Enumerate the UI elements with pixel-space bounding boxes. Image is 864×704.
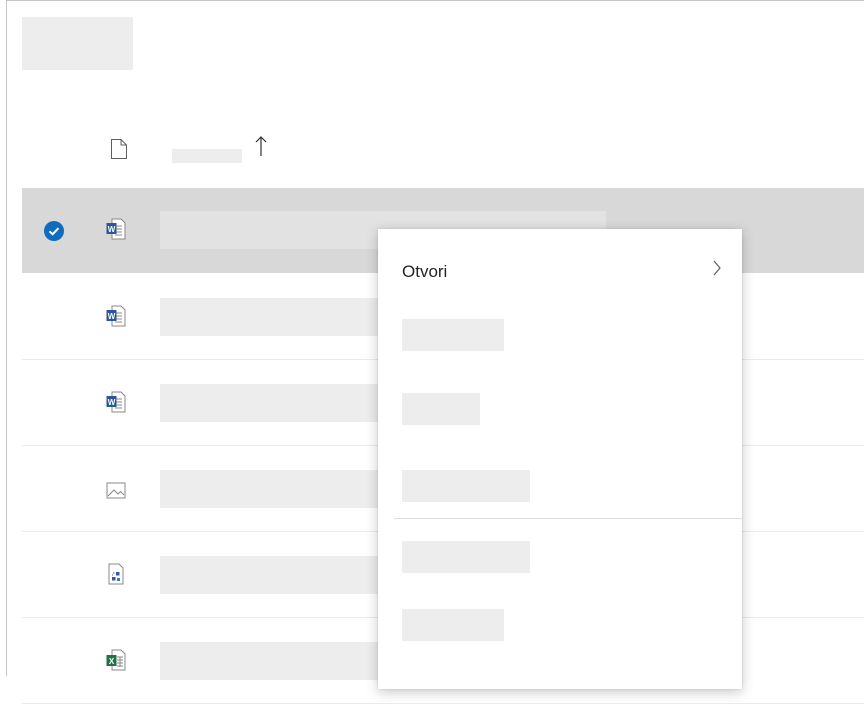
context-menu-item[interactable]: [378, 591, 742, 665]
visio-file-icon: [108, 563, 124, 585]
context-menu-item[interactable]: [378, 523, 742, 597]
menu-item-label: [402, 470, 530, 502]
context-menu-item[interactable]: [378, 452, 742, 526]
document-outline-icon[interactable]: [110, 138, 128, 160]
checkmark-circle-icon[interactable]: [44, 221, 64, 241]
word-file-icon: W: [106, 305, 126, 327]
image-file-icon: [106, 482, 126, 499]
excel-file-icon: X: [106, 649, 126, 671]
list-column-header: [22, 130, 864, 180]
arrow-up-icon[interactable]: [254, 134, 268, 160]
word-file-icon: W: [106, 218, 126, 240]
menu-item-label: [402, 319, 504, 351]
file-name[interactable]: [160, 298, 380, 336]
menu-item-label: [402, 393, 480, 425]
svg-text:W: W: [108, 225, 116, 234]
context-menu: Otvori: [378, 229, 742, 689]
svg-text:W: W: [108, 398, 116, 407]
context-menu-item[interactable]: [378, 301, 742, 375]
svg-text:W: W: [108, 312, 116, 321]
file-name[interactable]: [160, 556, 380, 594]
menu-item-label: Otvori: [402, 262, 448, 281]
menu-divider: [394, 518, 742, 519]
context-menu-item[interactable]: [378, 375, 742, 449]
file-name[interactable]: [160, 642, 380, 680]
chevron-right-icon: [713, 260, 721, 276]
menu-item-open[interactable]: Otvori: [378, 233, 742, 307]
file-name[interactable]: [160, 384, 380, 422]
name-column-header[interactable]: [172, 149, 242, 163]
menu-item-label: [402, 541, 530, 573]
svg-text:X: X: [109, 657, 115, 666]
file-name[interactable]: [160, 470, 380, 508]
word-file-icon: W: [106, 391, 126, 413]
toolbar-command-button[interactable]: [22, 17, 133, 70]
menu-item-label: [402, 609, 504, 641]
